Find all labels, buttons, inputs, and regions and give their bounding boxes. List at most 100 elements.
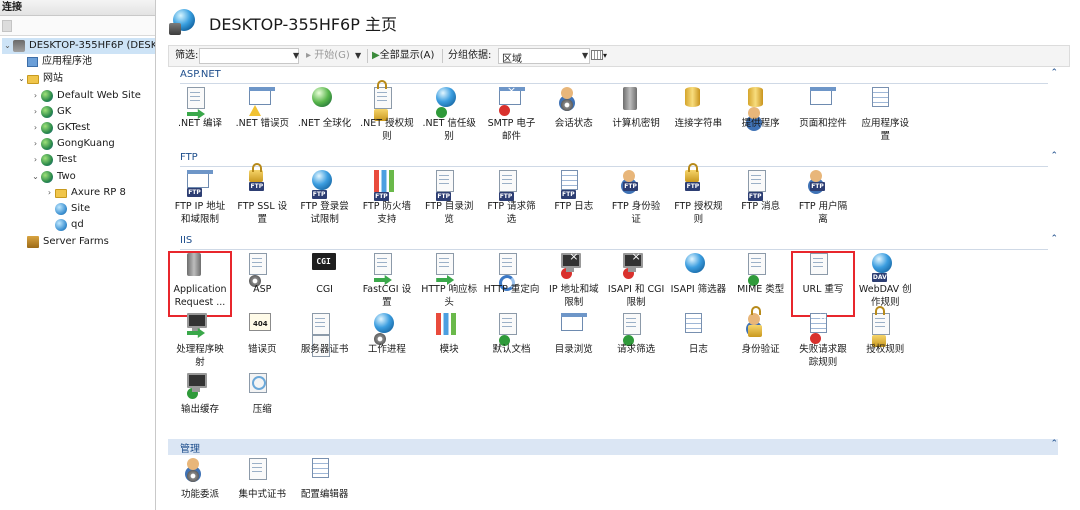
failed-request-tracing-icon	[810, 313, 836, 344]
feature-pages-controls[interactable]: 页面和控件	[793, 87, 853, 149]
feature-error-pages[interactable]: 404 错误页	[232, 313, 292, 375]
feature-session-state[interactable]: 会话状态	[544, 87, 604, 149]
feature-net-error-pages[interactable]: .NET 错误页	[232, 87, 292, 149]
feature-net-compile[interactable]: .NET 编译	[170, 87, 230, 149]
feature-handler-mappings[interactable]: 处理程序映 射	[170, 313, 230, 375]
group-header-iis[interactable]: IIS ⌃	[168, 234, 1058, 250]
group-header-ftp[interactable]: FTP ⌃	[168, 151, 1058, 167]
collapse-group-icon[interactable]: ⌃	[1050, 439, 1058, 449]
feature-net-trust-levels[interactable]: .NET 信任级 别	[419, 87, 479, 149]
tree-node[interactable]: › GKTest	[30, 120, 155, 136]
feature-asp[interactable]: ASP	[232, 253, 292, 315]
tree-node[interactable]: Server Farms	[16, 234, 155, 250]
globe-icon	[41, 122, 53, 134]
collapse-icon[interactable]: ⌄	[2, 38, 13, 54]
feature-fastcgi[interactable]: FastCGI 设 置	[357, 253, 417, 315]
tree-node[interactable]: ⌄ DESKTOP-355HF6P (DESKT	[2, 38, 155, 54]
tree-node[interactable]: Site	[44, 201, 155, 217]
feature-configuration-editor[interactable]: 配置编辑器	[295, 458, 355, 510]
tree-node[interactable]: qd	[44, 217, 155, 233]
tree-node[interactable]: ⌄ Two	[30, 169, 155, 185]
feature-ftp-logging[interactable]: FTP FTP 日志	[544, 170, 604, 232]
feature-app-settings[interactable]: 应用程序设 置	[855, 87, 915, 149]
feature-worker-processes[interactable]: 工作进程	[357, 313, 417, 375]
feature-smtp-email[interactable]: SMTP 电子 邮件	[482, 87, 542, 149]
collapse-group-icon[interactable]: ⌃	[1050, 68, 1058, 78]
feature-mime-types[interactable]: MIME 类型	[731, 253, 791, 315]
group-header-management[interactable]: 管理 ⌃	[168, 439, 1058, 455]
feature-logging[interactable]: 日志	[668, 313, 728, 375]
tree-node[interactable]: › Default Web Site	[30, 88, 155, 104]
connect-icon[interactable]	[2, 20, 12, 32]
collapse-group-icon[interactable]: ⌃	[1050, 234, 1058, 244]
collapse-icon[interactable]: ⌄	[30, 169, 41, 185]
tree-node[interactable]: › GongKuang	[30, 136, 155, 152]
feature-ftp-messages[interactable]: FTP FTP 消息	[731, 170, 791, 232]
connections-panel: 连接 ⌄ DESKTOP-355HF6P (DESKT 应用程序池 ⌄ 网站 › Defau…	[0, 0, 156, 510]
group-by-select[interactable]: 区域	[498, 48, 590, 65]
show-all-button[interactable]: ▶全部显示(A)	[372, 46, 434, 66]
feature-ftp-authorization[interactable]: FTP FTP 授权规 则	[668, 170, 728, 232]
feature-failed-request-tracing[interactable]: 失败请求跟 踪规则	[793, 313, 853, 375]
feature-url-rewrite[interactable]: URL 重写	[791, 251, 855, 317]
feature-label: SMTP 电子 邮件	[487, 118, 536, 142]
collapse-icon[interactable]: ⌄	[16, 71, 27, 87]
feature-ftp-ssl[interactable]: FTP FTP SSL 设 置	[232, 170, 292, 232]
tree-node[interactable]: › Test	[30, 152, 155, 168]
feature-http-redirect[interactable]: HTTP 重定向	[482, 253, 542, 315]
feature-isapi-cgi-restrictions[interactable]: ISAPI 和 CGI 限制	[606, 253, 666, 315]
start-dropdown-icon[interactable]: ▼	[355, 46, 361, 66]
feature-server-certificates[interactable]: 服务器证书	[295, 313, 355, 375]
expand-icon[interactable]: ›	[30, 104, 41, 120]
feature-ip-domain-restrictions[interactable]: IP 地址和域 限制	[544, 253, 604, 315]
tree-node[interactable]: › GK	[30, 104, 155, 120]
feature-connection-strings[interactable]: 连接字符串	[668, 87, 728, 149]
feature-cgi[interactable]: CGI CGI	[295, 253, 355, 315]
filter-dropdown-icon[interactable]: ▼	[293, 46, 299, 66]
group-label: ASP.NET	[180, 69, 221, 80]
start-button[interactable]: ▸ 开始(G)	[306, 46, 350, 66]
group-by-dropdown-icon[interactable]: ▼	[582, 46, 588, 66]
feature-request-filtering[interactable]: 请求筛选	[606, 313, 666, 375]
feature-compression[interactable]: 压缩	[232, 373, 292, 435]
expand-icon[interactable]: ›	[30, 120, 41, 136]
feature-providers[interactable]: 提供程序	[731, 87, 791, 149]
feature-ftp-logon-attempt[interactable]: FTP FTP 登录尝 试限制	[295, 170, 355, 232]
feature-net-globalization[interactable]: .NET 全球化	[295, 87, 355, 149]
tree-node[interactable]: 应用程序池	[16, 54, 155, 70]
group-header-aspnet[interactable]: ASP.NET ⌃	[168, 68, 1058, 84]
feature-output-caching[interactable]: 输出缓存	[170, 373, 230, 435]
feature-centralized-certificates[interactable]: 集中式证书	[232, 458, 292, 510]
tree-node[interactable]: ⌄ 网站	[16, 71, 155, 87]
collapse-group-icon[interactable]: ⌃	[1050, 151, 1058, 161]
feature-ftp-directory-browsing[interactable]: FTP FTP 目录浏 览	[419, 170, 479, 232]
expand-icon[interactable]: ›	[30, 136, 41, 152]
feature-label: FTP 防火墙 支持	[362, 201, 412, 225]
feature-default-document[interactable]: 默认文档	[482, 313, 542, 375]
filter-input[interactable]	[199, 48, 299, 64]
feature-ftp-user-isolation[interactable]: FTP FTP 用户隔 离	[793, 170, 853, 232]
feature-ftp-firewall[interactable]: FTP FTP 防火墙 支持	[357, 170, 417, 232]
feature-authorization-rules[interactable]: 授权规则	[855, 313, 915, 375]
feature-authentication[interactable]: 身份验证	[731, 313, 791, 375]
feature-application-request-routing[interactable]: Application Request ...	[168, 251, 232, 317]
feature-http-response-headers[interactable]: HTTP 响应标 头	[419, 253, 479, 315]
feature-directory-browsing[interactable]: 目录浏览	[544, 313, 604, 375]
view-mode-button[interactable]: ▾	[591, 46, 607, 66]
worker-processes-icon	[373, 313, 400, 345]
feature-ftp-authentication[interactable]: FTP FTP 身份验 证	[606, 170, 666, 232]
feature-webdav[interactable]: DAV WebDAV 创 作规则	[855, 253, 915, 315]
tree-node[interactable]: › Axure RP 8	[44, 185, 155, 201]
feature-isapi-filters[interactable]: ISAPI 筛选器	[668, 253, 728, 315]
expand-icon[interactable]: ›	[44, 185, 55, 201]
feature-ftp-ip-restrictions[interactable]: FTP FTP IP 地址 和域限制	[170, 170, 230, 232]
feature-machine-key[interactable]: 计算机密钥	[606, 87, 666, 149]
feature-ftp-request-filtering[interactable]: FTP FTP 请求筛 选	[482, 170, 542, 232]
feature-net-authorization[interactable]: .NET 授权规 则	[357, 87, 417, 149]
feature-modules[interactable]: 模块	[419, 313, 479, 375]
expand-icon[interactable]: ›	[30, 152, 41, 168]
isapi-filters-icon	[685, 253, 711, 279]
globe-icon	[41, 90, 53, 102]
feature-feature-delegation[interactable]: 功能委派	[170, 458, 230, 510]
expand-icon[interactable]: ›	[30, 88, 41, 104]
